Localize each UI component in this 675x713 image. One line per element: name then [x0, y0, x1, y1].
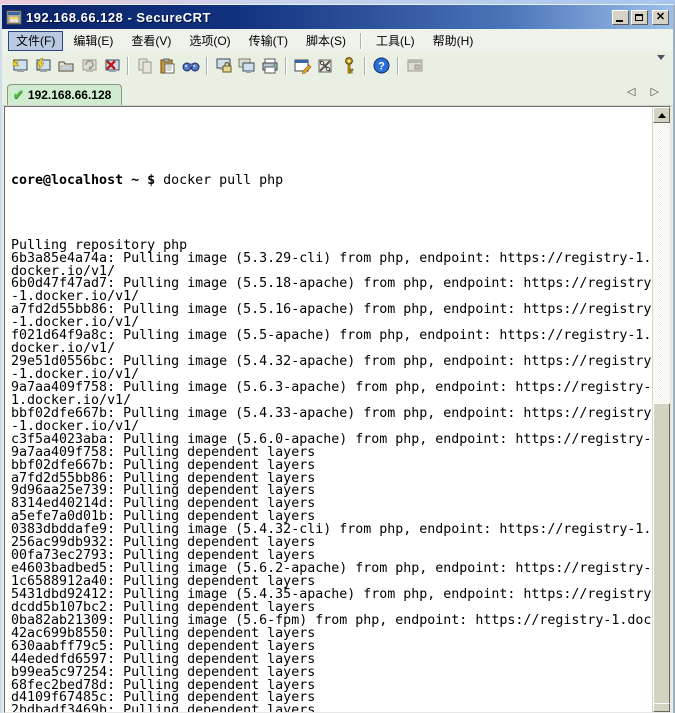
scroll-up-icon	[658, 113, 666, 118]
menu-item[interactable]: 传输(T)	[241, 31, 296, 51]
log-session-icon	[215, 58, 233, 74]
shell-command: docker pull php	[163, 173, 283, 188]
find-button[interactable]	[179, 55, 202, 77]
paste-icon	[160, 58, 176, 74]
window-title: 192.168.66.128 - SecureCRT	[26, 10, 612, 25]
session-tab[interactable]: ✔ 192.168.66.128	[7, 84, 122, 105]
tab-scroll-arrows[interactable]: ◁ ▷	[627, 85, 665, 98]
raw-log-button[interactable]	[235, 55, 258, 77]
terminal-lines: Pulling repository php6b3a85e4a74a: Pull…	[11, 214, 652, 712]
menu-item[interactable]: 文件(F)	[8, 31, 63, 51]
quick-connect-icon	[34, 58, 52, 74]
shell-prompt: core@localhost ~ $	[11, 173, 163, 188]
global-options-button[interactable]	[314, 55, 337, 77]
tabbed-session-icon	[57, 58, 75, 74]
menu-item[interactable]: 工具(L)	[368, 31, 423, 51]
svg-text:?: ?	[378, 61, 385, 73]
tabbar: ✔ 192.168.66.128 ◁ ▷	[2, 79, 673, 106]
copy-icon	[137, 58, 153, 74]
menu-item[interactable]: 编辑(E)	[65, 31, 121, 51]
connected-check-icon: ✔	[13, 87, 24, 103]
toolbar-overflow-chevron[interactable]	[657, 60, 669, 72]
paste-button[interactable]	[156, 55, 179, 77]
close-button[interactable]: ✕	[652, 10, 669, 25]
scrollbar-up-button[interactable]	[653, 107, 670, 123]
log-session-button[interactable]	[212, 55, 235, 77]
find-icon	[182, 58, 200, 74]
new-session-button[interactable]	[8, 55, 31, 77]
securecrt-window: 192.168.66.128 - SecureCRT ✕ 文件(F) 编辑(E)…	[0, 4, 675, 713]
help-icon: ?	[373, 57, 390, 74]
help-button[interactable]: ?	[370, 55, 393, 77]
copy-button[interactable]	[133, 55, 156, 77]
terminal-output[interactable]: core@localhost ~ $ docker pull php Pulli…	[5, 107, 652, 712]
vertical-scrollbar[interactable]	[652, 107, 670, 712]
reconnect-icon	[80, 58, 98, 74]
toolbar-separator	[364, 57, 366, 75]
raw-log-icon	[238, 58, 256, 74]
print-button[interactable]	[258, 55, 281, 77]
toolbar-separator	[206, 57, 208, 75]
reconnect-button[interactable]	[77, 55, 100, 77]
disconnect-button[interactable]	[100, 55, 123, 77]
print-icon	[261, 58, 279, 74]
securecrt-window-icon	[6, 10, 22, 25]
titlebar[interactable]: 192.168.66.128 - SecureCRT ✕	[2, 5, 673, 29]
key-agent-icon	[343, 57, 355, 75]
tabbed-session-button[interactable]	[54, 55, 77, 77]
disconnect-icon	[103, 58, 121, 74]
close-icon: ✕	[653, 11, 668, 24]
toolbar-separator	[397, 57, 399, 75]
menubar: 文件(F) 编辑(E) 查看(V) 选项(O) 传输(T) 脚本(S) 工具(L…	[2, 29, 673, 53]
scrollbar-down-button[interactable]	[653, 703, 670, 712]
key-agent-button[interactable]	[337, 55, 360, 77]
minimize-icon	[616, 20, 623, 22]
tab-label: 192.168.66.128	[28, 88, 111, 102]
session-options-icon	[294, 58, 312, 74]
minimize-button[interactable]	[612, 10, 629, 25]
maximize-button[interactable]	[631, 10, 648, 25]
menu-item[interactable]: 查看(V)	[123, 31, 179, 51]
menubar-separator	[360, 33, 362, 49]
toolbar-separator	[127, 57, 129, 75]
toolbar: ?	[2, 52, 673, 80]
new-session-icon	[11, 58, 29, 74]
quick-connect-button[interactable]	[31, 55, 54, 77]
scrollbar-thumb[interactable]	[653, 403, 670, 707]
menu-item[interactable]: 脚本(S)	[298, 31, 354, 51]
toolbar-separator	[285, 57, 287, 75]
session-options-button[interactable]	[291, 55, 314, 77]
maximize-icon	[635, 14, 643, 21]
menu-item[interactable]: 选项(O)	[181, 31, 238, 51]
global-options-icon	[317, 58, 335, 74]
terminal-frame: core@localhost ~ $ docker pull php Pulli…	[4, 106, 671, 713]
web-browser-button[interactable]	[403, 55, 426, 77]
terminal-prompt-line: core@localhost ~ $ docker pull php	[11, 175, 652, 188]
terminal-line: 2bdbadf3469b: Pulling dependent layers	[11, 705, 652, 712]
web-browser-icon	[406, 58, 424, 74]
menu-item[interactable]: 帮助(H)	[425, 31, 482, 51]
